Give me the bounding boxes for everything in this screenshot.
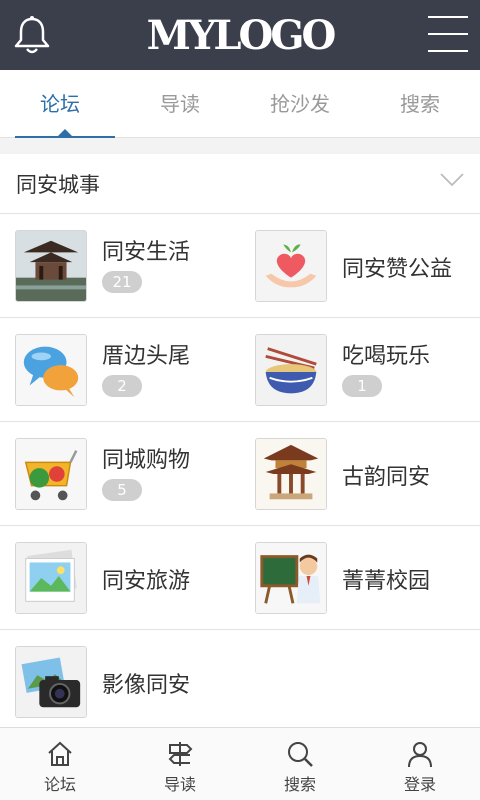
count-badge: 21 <box>102 271 142 293</box>
nav-login[interactable]: 登录 <box>360 728 480 800</box>
nav-guide[interactable]: 导读 <box>120 728 240 800</box>
chevron-down-icon[interactable] <box>440 172 464 188</box>
menu-icon[interactable] <box>428 16 468 52</box>
forum-name: 古韵同安 <box>342 465 431 490</box>
forum-name: 同安赞公益 <box>342 257 453 282</box>
divider <box>0 138 480 154</box>
section-header[interactable]: 同安城事 <box>0 154 480 214</box>
forum-name: 厝边头尾 <box>102 344 191 369</box>
forum-item[interactable]: 古韵同安 <box>240 422 480 526</box>
forum-name: 影像同安 <box>102 673 191 698</box>
nav-forum[interactable]: 论坛 <box>0 728 120 800</box>
pavilion-photo <box>15 230 87 302</box>
noodle-bowl-icon <box>255 334 327 406</box>
teacher-board-icon <box>255 542 327 614</box>
signpost-icon <box>168 742 193 766</box>
tab-sofa[interactable]: 抢沙发 <box>240 70 360 137</box>
count-badge: 5 <box>102 479 142 501</box>
forum-row: 同城购物 5 古韵同安 <box>0 422 480 526</box>
forum-grid: 同安生活 21 同安赞公益 厝边头尾 2 吃喝玩乐 1 同城购物 5 古韵同安 … <box>0 214 480 734</box>
nav-label: 论坛 <box>43 775 76 794</box>
count-badge: 2 <box>102 375 142 397</box>
nav-label: 搜索 <box>283 775 316 794</box>
section-title: 同安城事 <box>16 173 100 197</box>
tab-forum[interactable]: 论坛 <box>0 70 120 138</box>
forum-name: 菁菁校园 <box>342 569 431 594</box>
nav-search[interactable]: 搜索 <box>240 728 360 800</box>
bottom-nav: 论坛 导读 搜索 登录 <box>0 727 480 800</box>
tab-bar: 论坛 导读 抢沙发 搜索 <box>0 70 480 138</box>
forum-item[interactable]: 影像同安 <box>0 630 240 734</box>
user-icon <box>408 742 432 768</box>
landscape-photo-icon <box>15 542 87 614</box>
shopping-cart-icon <box>15 438 87 510</box>
forum-item[interactable]: 同安赞公益 <box>240 214 480 318</box>
forum-row: 同安旅游 菁菁校园 <box>0 526 480 630</box>
nav-label: 导读 <box>163 775 196 794</box>
nav-label: 登录 <box>403 775 436 794</box>
forum-name: 同安生活 <box>102 240 191 265</box>
pagoda-icon <box>255 438 327 510</box>
forum-item[interactable]: 同安旅游 <box>0 526 240 630</box>
heart-hands-icon <box>255 230 327 302</box>
search-icon <box>288 742 313 767</box>
tab-guide[interactable]: 导读 <box>120 70 240 137</box>
forum-item[interactable]: 吃喝玩乐 1 <box>240 318 480 422</box>
forum-name: 吃喝玩乐 <box>342 344 431 369</box>
forum-row: 影像同安 <box>0 630 480 734</box>
tab-search[interactable]: 搜索 <box>360 70 480 137</box>
chat-bubbles-icon <box>15 334 87 406</box>
camera-icon <box>15 646 87 718</box>
app-logo: MYLOGO <box>146 12 337 59</box>
forum-row: 同安生活 21 同安赞公益 <box>0 214 480 318</box>
forum-name: 同城购物 <box>102 448 191 473</box>
count-badge: 1 <box>342 375 382 397</box>
forum-name: 同安旅游 <box>102 569 191 594</box>
forum-item[interactable]: 同城购物 5 <box>0 422 240 526</box>
home-icon <box>48 741 72 766</box>
top-bar: MYLOGO <box>0 0 480 70</box>
forum-item[interactable]: 菁菁校园 <box>240 526 480 630</box>
forum-item[interactable]: 同安生活 21 <box>0 214 240 318</box>
forum-row: 厝边头尾 2 吃喝玩乐 1 <box>0 318 480 422</box>
forum-item[interactable]: 厝边头尾 2 <box>0 318 240 422</box>
